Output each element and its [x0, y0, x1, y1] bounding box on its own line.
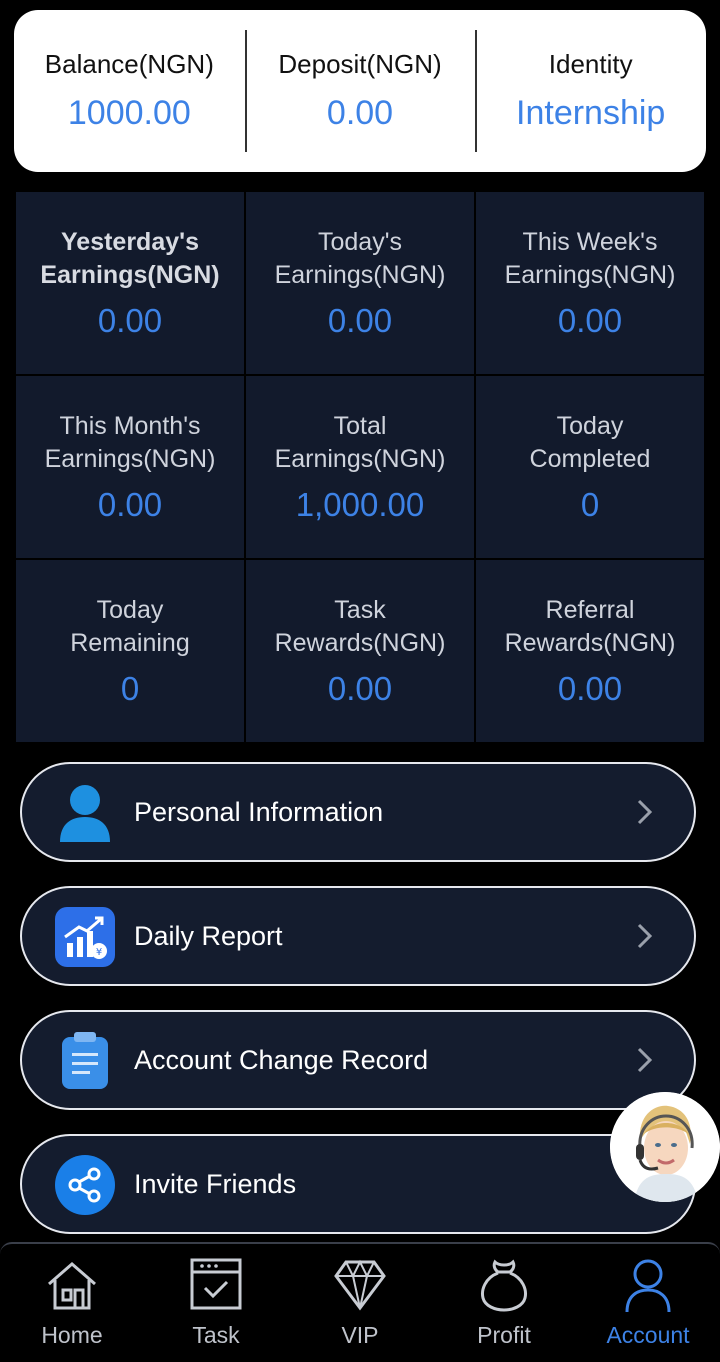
- menu-label: Daily Report: [134, 920, 283, 951]
- stat-value: 0.00: [557, 670, 623, 707]
- stat-label-line2: Remaining: [70, 629, 190, 657]
- stat-label-line1: Today: [96, 596, 164, 624]
- user-icon: [54, 782, 116, 844]
- clipboard-icon: [54, 1030, 116, 1092]
- stat-label-line2: Earnings(NGN): [40, 261, 220, 289]
- invite-friends-button[interactable]: Invite Friends: [20, 1134, 696, 1234]
- stat-label-line1: Referral: [545, 596, 635, 624]
- stat-value: 1,000.00: [295, 486, 425, 523]
- tab-label: Account: [606, 1322, 690, 1348]
- money-bag-icon: [481, 1259, 527, 1312]
- deposit-value: 0.00: [326, 94, 394, 132]
- deposit-label: Deposit(NGN): [278, 49, 442, 79]
- stat-label-line2: Earnings(NGN): [44, 445, 216, 473]
- stat-label-line2: Rewards(NGN): [504, 629, 676, 657]
- chevron-right-icon: [637, 923, 653, 949]
- stat-value: 0: [580, 486, 600, 523]
- balance-summary-card: Balance(NGN) 1000.00 Deposit(NGN) 0.00 I…: [14, 10, 706, 172]
- svg-text:¥: ¥: [96, 947, 102, 958]
- stat-label-line2: Earnings(NGN): [274, 445, 446, 473]
- deposit-summary: Deposit(NGN) 0.00: [244, 30, 476, 152]
- earnings-stats-grid: Yesterday's Earnings(NGN) 0.00 Today's Ear…: [16, 192, 704, 742]
- stat-label-line1: Today: [556, 412, 624, 440]
- tab-task[interactable]: Task: [144, 1244, 288, 1362]
- stat-label-line2: Rewards(NGN): [274, 629, 446, 657]
- balance-label: Balance(NGN): [44, 49, 214, 79]
- stat-today-remaining: Today Remaining 0: [16, 560, 244, 742]
- support-agent-icon: [610, 1092, 720, 1202]
- daily-report-button[interactable]: ¥ Daily Report: [20, 886, 696, 986]
- stat-value: 0.00: [557, 302, 623, 339]
- identity-label: Identity: [548, 49, 633, 79]
- bottom-tab-bar: Home Task VIP Profit Account: [0, 1242, 720, 1362]
- account-change-record-button[interactable]: Account Change Record: [20, 1010, 696, 1110]
- identity-value: Internship: [516, 94, 666, 132]
- tab-profit[interactable]: Profit: [432, 1244, 576, 1362]
- menu-label: Account Change Record: [134, 1044, 429, 1075]
- stat-value: 0.00: [327, 670, 393, 707]
- report-chart-icon: ¥: [54, 906, 116, 968]
- stat-label-line1: Task: [334, 596, 386, 624]
- tab-home[interactable]: Home: [0, 1244, 144, 1362]
- stat-yesterday-earnings: Yesterday's Earnings(NGN) 0.00: [16, 192, 244, 374]
- balance-value: 1000.00: [67, 94, 191, 132]
- menu-label: Personal Information: [134, 796, 384, 827]
- stat-week-earnings: This Week's Earnings(NGN) 0.00: [476, 192, 704, 374]
- stat-label-line1: Today's: [318, 228, 402, 256]
- stat-today-completed: Today Completed 0: [476, 376, 704, 558]
- balance-summary: Balance(NGN) 1000.00: [14, 30, 245, 152]
- tab-label: Task: [192, 1322, 240, 1348]
- home-icon: [48, 1262, 96, 1310]
- account-person-icon: [625, 1259, 671, 1313]
- stat-value: 0.00: [97, 302, 163, 339]
- tab-vip[interactable]: VIP: [288, 1244, 432, 1362]
- personal-information-button[interactable]: Personal Information: [20, 762, 696, 862]
- stat-month-earnings: This Month's Earnings(NGN) 0.00: [16, 376, 244, 558]
- stat-referral-rewards: Referral Rewards(NGN) 0.00: [476, 560, 704, 742]
- task-calendar-icon: [190, 1258, 242, 1310]
- stat-today-earnings: Today's Earnings(NGN) 0.00: [246, 192, 474, 374]
- stat-value: 0.00: [97, 486, 163, 523]
- stat-total-earnings: Total Earnings(NGN) 1,000.00: [246, 376, 474, 558]
- stat-value: 0.00: [327, 302, 393, 339]
- stat-label-line2: Earnings(NGN): [274, 261, 446, 289]
- customer-support-avatar-button[interactable]: [610, 1092, 720, 1202]
- stat-label-line2: Earnings(NGN): [504, 261, 676, 289]
- tab-label: VIP: [341, 1322, 379, 1348]
- stat-label-line1: Total: [333, 412, 387, 440]
- identity-summary: Identity Internship: [475, 30, 706, 152]
- stat-label-line1: This Week's: [522, 228, 658, 256]
- stat-value: 0: [120, 670, 140, 707]
- chevron-right-icon: [637, 799, 653, 825]
- chevron-right-icon: [637, 1047, 653, 1073]
- share-icon: [54, 1154, 116, 1216]
- tab-label: Home: [41, 1322, 103, 1348]
- menu-label: Invite Friends: [134, 1168, 297, 1199]
- diamond-icon: [334, 1259, 386, 1311]
- stat-label-line1: This Month's: [59, 412, 201, 440]
- tab-label: Profit: [477, 1322, 531, 1348]
- stat-label-line2: Completed: [529, 445, 651, 473]
- stat-label-line1: Yesterday's: [61, 228, 199, 256]
- stat-task-rewards: Task Rewards(NGN) 0.00: [246, 560, 474, 742]
- tab-account[interactable]: Account: [576, 1244, 720, 1362]
